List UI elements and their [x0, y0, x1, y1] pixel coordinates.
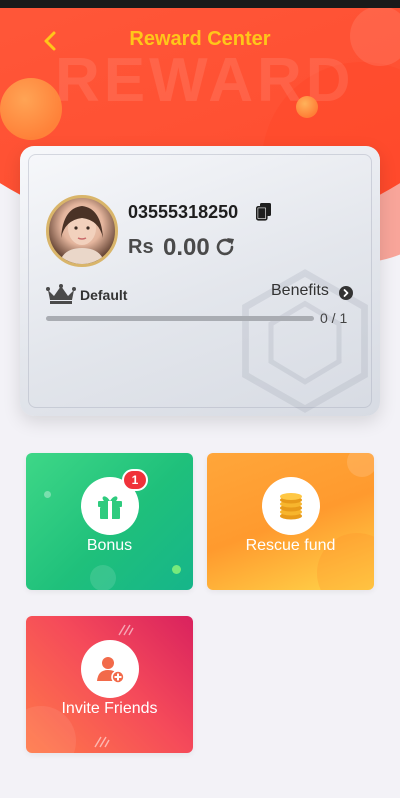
notification-badge: 1: [122, 469, 148, 491]
level-progress-bar: [46, 316, 314, 321]
rescue-fund-tile[interactable]: Rescue fund: [207, 453, 374, 590]
decor-bubble: [0, 78, 62, 140]
benefits-link[interactable]: Benefits: [271, 282, 329, 300]
decor-chevrons: [94, 736, 110, 748]
top-nav: Reward Center: [0, 20, 400, 60]
vip-level: Default: [80, 287, 128, 303]
invite-friends-icon-circle: [81, 640, 139, 698]
decor-bubble: [347, 453, 374, 477]
balance-value: 0.00: [163, 234, 210, 261]
decor-dot: [44, 491, 51, 498]
rescue-fund-icon-circle: [262, 477, 320, 535]
level-progress-text: 0 / 1: [320, 310, 348, 326]
status-bar: [0, 0, 400, 8]
bonus-tile[interactable]: 1 Bonus: [26, 453, 193, 590]
avatar-image: [59, 206, 105, 264]
decor-dot: [172, 565, 181, 574]
add-user-icon: [97, 657, 125, 684]
card-watermark-icon: [242, 269, 368, 413]
decor-chevrons: [118, 624, 134, 636]
currency-label: Rs: [128, 236, 154, 258]
invite-friends-tile[interactable]: Invite Friends: [26, 616, 193, 753]
chevron-right-circle-icon[interactable]: [339, 286, 353, 300]
user-card: 03555318250 Rs 0.00 Default Benefits 0 /…: [20, 146, 380, 416]
invite-friends-label: Invite Friends: [61, 700, 158, 717]
rescue-fund-label: Rescue fund: [245, 537, 336, 554]
user-phone: 03555318250: [128, 202, 239, 222]
bonus-label: Bonus: [86, 537, 133, 554]
decor-bubble: [90, 565, 116, 590]
coins-icon: [280, 493, 302, 520]
crown-icon: [46, 284, 76, 304]
decor-bubble: [296, 96, 318, 118]
copy-icon[interactable]: [256, 203, 272, 221]
refresh-icon[interactable]: [214, 236, 236, 258]
avatar: [46, 195, 118, 267]
page-title: Reward Center: [129, 28, 271, 50]
gift-icon: [98, 496, 122, 519]
